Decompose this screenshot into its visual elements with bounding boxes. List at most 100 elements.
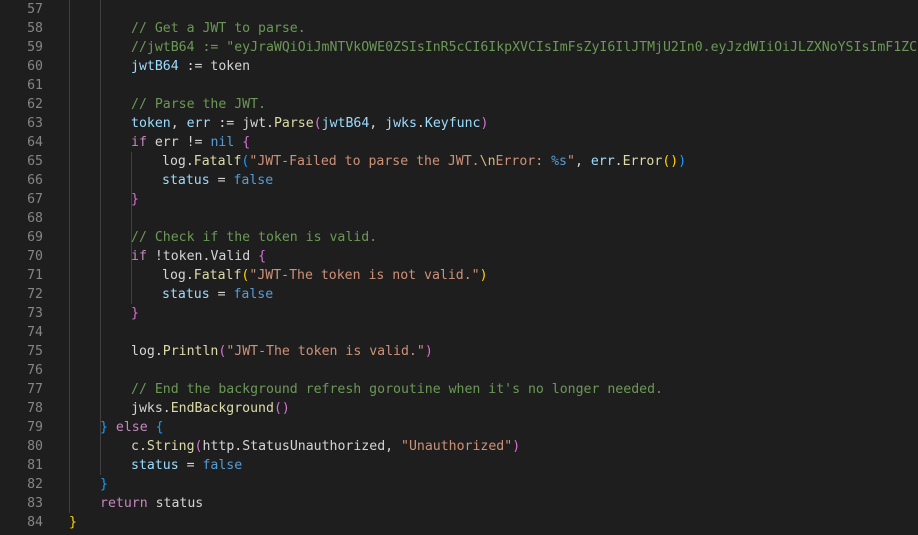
code-line[interactable]: 58 // Get a JWT to parse.: [0, 19, 918, 38]
line-number: 65: [27, 154, 43, 169]
code-line[interactable]: 74: [0, 323, 918, 342]
code-token: log: [131, 344, 155, 359]
code-line[interactable]: 64 if err != nil {: [0, 133, 918, 152]
code-token: Error: [622, 154, 663, 169]
line-number: 82: [27, 477, 43, 492]
code-token: =: [209, 173, 234, 188]
code-line[interactable]: 71 log.Fatalf("JWT-The token is not valid…: [0, 266, 918, 285]
code-token: .: [614, 154, 623, 169]
line-number: 79: [27, 420, 43, 435]
code-token: =: [209, 287, 234, 302]
code-token: {: [242, 135, 251, 150]
code-token: ,: [369, 116, 386, 131]
code-token: \n: [479, 154, 496, 169]
code-line[interactable]: 75 log.Println("JWT-The token is valid."): [0, 342, 918, 361]
line-number: 61: [27, 78, 43, 93]
code-token: ": [566, 154, 575, 169]
code-text: // Get a JWT to parse.: [131, 19, 306, 38]
code-token: "JWT-The token is not valid.": [249, 268, 480, 283]
line-number: 76: [27, 363, 43, 378]
code-token: false: [202, 458, 243, 473]
code-line[interactable]: 73}: [0, 304, 918, 323]
code-token: status: [131, 458, 179, 473]
code-line[interactable]: 57: [0, 0, 918, 19]
code-line[interactable]: 84}: [0, 513, 918, 532]
code-line[interactable]: 79} else {: [0, 418, 918, 437]
code-token: "JWT-Failed to parse the JWT.: [249, 154, 480, 169]
code-token: Parse: [273, 116, 314, 131]
code-token: "Unauthorized": [401, 439, 513, 454]
code-line[interactable]: 81 status = false: [0, 456, 918, 475]
code-token: EndBackground: [170, 401, 274, 416]
line-number: 60: [27, 59, 43, 74]
line-number: 58: [27, 21, 43, 36]
code-token: if: [131, 249, 147, 264]
line-number: 81: [27, 458, 43, 473]
code-token: false: [233, 287, 274, 302]
code-token: jwks: [131, 401, 163, 416]
code-token: .: [416, 116, 425, 131]
code-token: // Get a JWT to parse.: [131, 21, 306, 36]
code-token: jwks: [385, 116, 417, 131]
code-text: //jwtB64 := "eyJraWQiOiJmNTVkOWE0ZSIsInR…: [131, 38, 918, 57]
code-line[interactable]: 78 jwks.EndBackground(): [0, 399, 918, 418]
code-text: }: [100, 475, 108, 494]
line-number: 77: [27, 382, 43, 397]
code-token: else: [115, 420, 148, 435]
code-token: Fatalf: [193, 268, 242, 283]
code-line[interactable]: 82}: [0, 475, 918, 494]
code-line[interactable]: 65 log.Fatalf("JWT-Failed to parse the JW…: [0, 152, 918, 171]
code-line[interactable]: 61: [0, 76, 918, 95]
code-line[interactable]: 80 c.String(http.StatusUnauthorized, "Una…: [0, 437, 918, 456]
code-line[interactable]: 63 token, err := jwt.Parse(jwtB64, jwks.K…: [0, 114, 918, 133]
code-line[interactable]: 67}: [0, 190, 918, 209]
code-text: if !token.Valid {: [131, 247, 266, 266]
code-line[interactable]: 60 jwtB64 := token: [0, 57, 918, 76]
code-text: if err != nil {: [131, 133, 250, 152]
code-token: jwtB64: [131, 59, 179, 74]
code-token: // Parse the JWT.: [131, 97, 266, 112]
code-token: Println: [162, 344, 219, 359]
code-token: Fatalf: [193, 154, 242, 169]
line-number: 72: [27, 287, 43, 302]
code-token: "JWT-The token is valid.": [226, 344, 425, 359]
code-token: ): [480, 116, 489, 131]
code-token: }: [131, 306, 139, 321]
code-token: StatusUnauthorized: [242, 439, 386, 454]
code-text: }: [131, 190, 139, 209]
code-line[interactable]: 69 // Check if the token is valid.: [0, 228, 918, 247]
code-token: }: [100, 477, 108, 492]
code-token: token: [210, 59, 251, 74]
code-line[interactable]: 59 //jwtB64 := "eyJraWQiOiJmNTVkOWE0ZSIsI…: [0, 38, 918, 57]
code-line[interactable]: 77 // End the background refresh goroutin…: [0, 380, 918, 399]
code-token: ): [479, 268, 488, 283]
code-line[interactable]: 72 status = false: [0, 285, 918, 304]
code-text: token, err := jwt.Parse(jwtB64, jwks.Key…: [131, 114, 488, 133]
code-token: // End the background refresh goroutine …: [131, 382, 663, 397]
code-token: //jwtB64 := "eyJraWQiOiJmNTVkOWE0ZSIsInR…: [131, 40, 918, 55]
code-text: log.Fatalf("JWT-The token is not valid."…: [162, 266, 488, 285]
code-line[interactable]: 66 status = false: [0, 171, 918, 190]
code-text: status = false: [131, 456, 242, 475]
line-number: 74: [27, 325, 43, 340]
line-number: 67: [27, 192, 43, 207]
code-token: // Check if the token is valid.: [131, 230, 378, 245]
code-token: }: [100, 420, 108, 435]
code-token: .: [185, 268, 194, 283]
code-token: =: [178, 458, 203, 473]
code-token: return: [100, 496, 148, 511]
code-token: (): [273, 401, 290, 416]
code-text: jwtB64 := token: [131, 57, 250, 76]
code-line[interactable]: 83 return status: [0, 494, 918, 513]
code-line[interactable]: 70 if !token.Valid {: [0, 247, 918, 266]
code-line[interactable]: 68: [0, 209, 918, 228]
line-number: 68: [27, 211, 43, 226]
code-token: ,: [170, 116, 187, 131]
code-line[interactable]: 62 // Parse the JWT.: [0, 95, 918, 114]
code-line[interactable]: 76: [0, 361, 918, 380]
code-editor[interactable]: 57 58 // Get a JWT to parse. 59 //jwtB64 := …: [0, 0, 918, 535]
code-token: .: [185, 154, 194, 169]
line-number: 70: [27, 249, 43, 264]
line-number: 62: [27, 97, 43, 112]
